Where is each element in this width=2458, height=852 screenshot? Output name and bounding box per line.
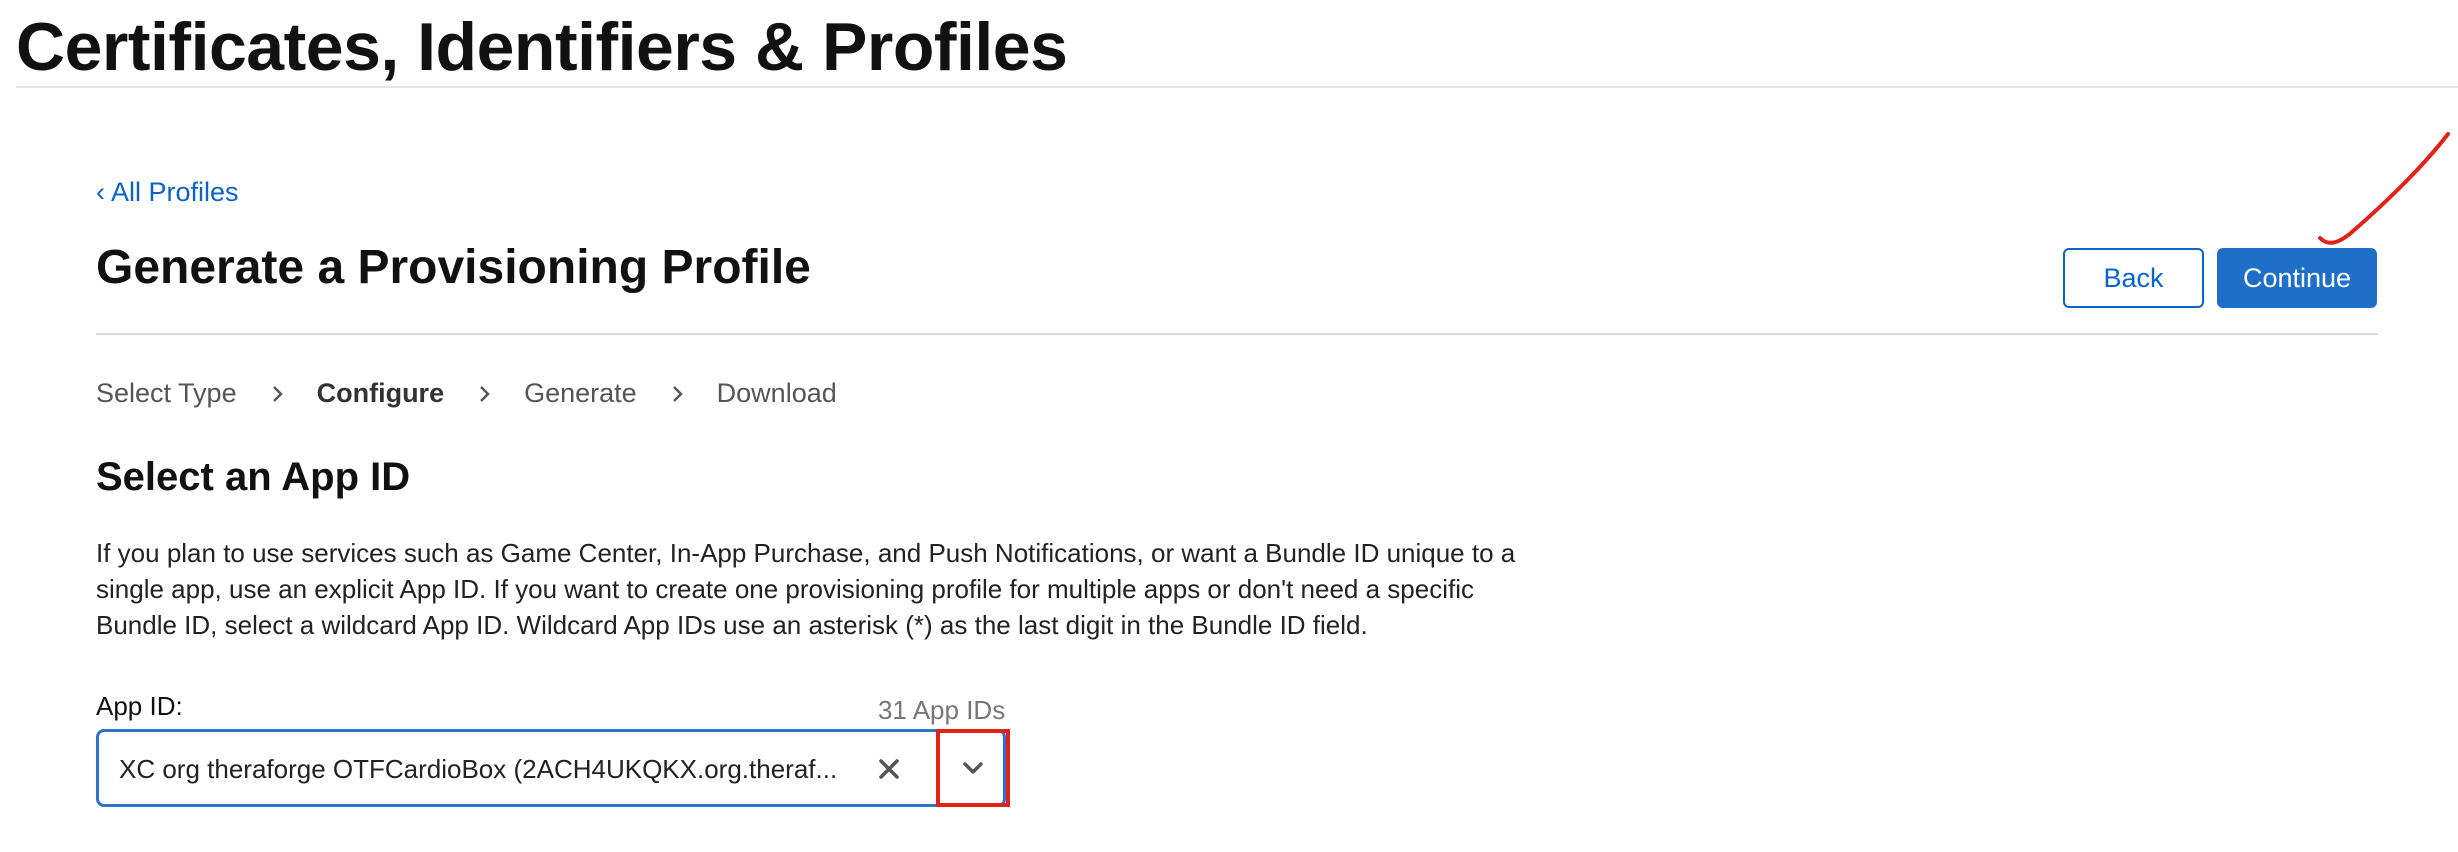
x-icon bbox=[879, 759, 899, 779]
all-profiles-link[interactable]: ‹ All Profiles bbox=[96, 177, 239, 208]
page-title: Generate a Provisioning Profile bbox=[96, 241, 811, 294]
section-title: Select an App ID bbox=[96, 455, 411, 499]
step-breadcrumb: Select Type Configure Generate Download bbox=[96, 378, 837, 409]
dropdown-toggle-button[interactable] bbox=[936, 729, 1010, 807]
chevron-right-icon bbox=[480, 385, 490, 402]
app-id-label: App ID: bbox=[96, 691, 183, 721]
step-configure: Configure bbox=[316, 378, 445, 408]
chevron-right-icon bbox=[672, 385, 683, 402]
step-generate: Generate bbox=[524, 378, 637, 408]
header-divider bbox=[16, 86, 2458, 88]
section-description: If you plan to use services such as Game… bbox=[96, 538, 1516, 640]
step-download: Download bbox=[716, 378, 837, 408]
app-id-count: 31 App IDs bbox=[878, 695, 1006, 725]
step-select-type: Select Type bbox=[96, 378, 237, 408]
back-button[interactable]: Back bbox=[2063, 248, 2204, 308]
chevron-down-icon bbox=[963, 762, 983, 774]
chevron-right-icon bbox=[272, 385, 283, 402]
app-id-select[interactable]: XC org theraforge OTFCardioBox (2ACH4UKQ… bbox=[96, 729, 1010, 807]
app-id-selected-value[interactable]: XC org theraforge OTFCardioBox (2ACH4UKQ… bbox=[119, 754, 837, 785]
site-title: Certificates, Identifiers & Profiles bbox=[16, 9, 1068, 85]
checkmark-annotation bbox=[2318, 132, 2450, 245]
section-divider bbox=[96, 333, 2378, 335]
clear-selection-button[interactable] bbox=[869, 749, 909, 789]
